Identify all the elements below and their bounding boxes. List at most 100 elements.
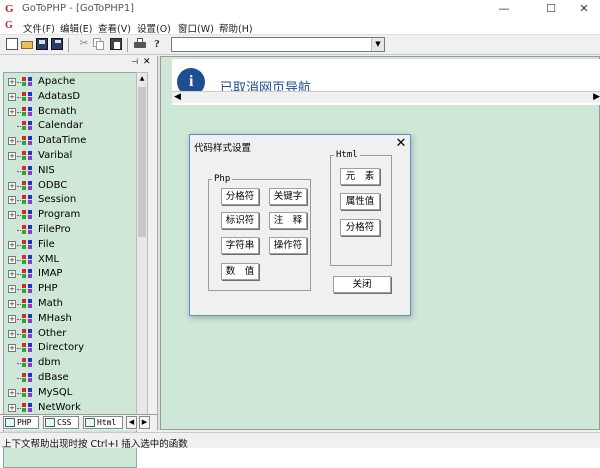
dialog-close-icon[interactable]: ✕	[394, 137, 408, 151]
tree-item[interactable]: + NetWork	[4, 401, 136, 415]
php-comment-button[interactable]: 注 释	[269, 212, 307, 229]
tree-item[interactable]: dBase	[4, 371, 136, 385]
expand-icon[interactable]: +	[8, 152, 16, 160]
tree-item[interactable]: + MySQL	[4, 386, 136, 400]
expand-icon[interactable]: +	[8, 78, 16, 86]
html-group-label: Html	[334, 150, 360, 160]
tree-item[interactable]: + Program	[4, 208, 136, 222]
tab-prev-icon[interactable]: ◀	[126, 416, 137, 429]
close-pane-icon[interactable]: ✕	[143, 57, 153, 67]
print-icon[interactable]	[134, 38, 146, 50]
tab-html[interactable]: Html	[83, 416, 123, 429]
tree-item[interactable]: + Bcmath	[4, 105, 136, 119]
expand-icon[interactable]: +	[8, 314, 16, 323]
tree-item[interactable]: Calendar	[4, 119, 136, 133]
tree-item[interactable]: + Directory	[4, 341, 136, 355]
tree-item[interactable]: + ODBC	[4, 179, 136, 193]
expand-icon[interactable]: +	[8, 137, 16, 146]
expand-icon[interactable]: +	[8, 403, 16, 412]
php-number-button[interactable]: 数 值	[221, 263, 259, 280]
tree-item[interactable]: + Session	[4, 193, 136, 207]
module-icon	[22, 151, 34, 161]
save-all-icon[interactable]	[51, 38, 63, 50]
tree-item[interactable]: + DataTime	[4, 134, 136, 148]
expand-icon[interactable]: +	[8, 255, 16, 264]
tree-item[interactable]: + Varibal	[4, 149, 136, 163]
tree-item[interactable]: dbm	[4, 356, 136, 370]
pin-icon[interactable]: ⊣	[131, 57, 141, 67]
expand-icon[interactable]: +	[8, 107, 16, 116]
php-identifier-button[interactable]: 标识符	[221, 212, 259, 229]
tree-item[interactable]: + MHash	[4, 312, 136, 326]
browser-hscrollbar[interactable]: ◀ ▶	[172, 91, 600, 103]
tree-item[interactable]: + PHP	[4, 282, 136, 296]
module-icon	[22, 284, 34, 294]
tree-item-label: NetWork	[38, 401, 81, 413]
expand-icon[interactable]: +	[8, 300, 16, 308]
php-keyword-button[interactable]: 关键字	[269, 188, 307, 205]
php-delimiter-button[interactable]: 分格符	[221, 188, 259, 205]
menu-settings[interactable]: 设置(O)	[137, 21, 171, 35]
tree-scrollbar[interactable]: ▲ ▼	[136, 72, 148, 428]
maximize-button[interactable]: ☐	[535, 0, 567, 18]
expand-icon[interactable]: +	[8, 92, 16, 101]
tree-item-label: FilePro	[38, 224, 71, 235]
tree-item[interactable]: + Other	[4, 327, 136, 341]
tree-item[interactable]: FilePro	[4, 223, 136, 237]
close-dialog-button[interactable]: 关闭	[333, 276, 391, 293]
menu-window[interactable]: 窗口(W)	[178, 21, 214, 35]
mdi-doc-icon[interactable]: G	[5, 21, 15, 31]
paste-icon[interactable]	[110, 38, 122, 50]
module-icon	[22, 328, 34, 339]
expand-icon[interactable]: +	[8, 329, 16, 338]
tree-item-label: dbm	[38, 357, 61, 369]
expand-icon[interactable]: +	[8, 344, 16, 353]
tree-item-label: NIS	[38, 164, 55, 176]
title-bar: G GoToPHP - [GoToPHP1] — ☐ ✕	[0, 0, 600, 18]
expand-icon[interactable]: +	[8, 181, 16, 190]
tree-item[interactable]: + Apache	[4, 75, 136, 89]
scroll-up-icon[interactable]: ▲	[137, 73, 147, 85]
html-delimiter-button[interactable]: 分格符	[340, 219, 380, 236]
php-operator-button[interactable]: 操作符	[269, 237, 307, 254]
menu-file[interactable]: 文件(F)	[23, 21, 55, 35]
tree-item[interactable]: + AdatasD	[4, 90, 136, 104]
function-combo[interactable]: ▼	[171, 37, 385, 52]
expand-icon[interactable]: +	[8, 240, 16, 249]
tree-item-label: XML	[38, 253, 60, 265]
tree-item[interactable]: NIS	[4, 164, 136, 178]
expand-icon[interactable]: +	[8, 388, 16, 397]
minimize-button[interactable]: —	[488, 0, 520, 18]
html-attribute-value-button[interactable]: 属性值	[340, 193, 380, 210]
menu-view[interactable]: 查看(V)	[98, 21, 131, 35]
expand-icon[interactable]: +	[8, 270, 16, 279]
tree-item[interactable]: + File	[4, 238, 136, 252]
tree-item-label: Other	[38, 327, 67, 339]
expand-icon[interactable]: +	[8, 211, 16, 220]
open-folder-icon[interactable]	[21, 38, 33, 50]
html-element-button[interactable]: 元 素	[340, 168, 380, 185]
menu-help[interactable]: 帮助(H)	[219, 21, 253, 35]
scroll-left-icon[interactable]: ◀	[174, 92, 181, 102]
save-icon[interactable]	[36, 38, 48, 50]
expand-icon[interactable]: +	[8, 196, 16, 205]
expand-icon[interactable]: +	[8, 285, 16, 294]
tree-item[interactable]: + IMAP	[4, 267, 136, 281]
menu-edit[interactable]: 编辑(E)	[60, 21, 92, 35]
cut-icon[interactable]: ✂	[78, 38, 90, 50]
tab-next-icon[interactable]: ▶	[139, 416, 150, 429]
new-file-icon[interactable]	[6, 38, 18, 50]
tab-php[interactable]: PHP	[3, 416, 39, 429]
toolbar-separator	[127, 38, 128, 52]
tree-item[interactable]: + XML	[4, 253, 136, 267]
help-icon[interactable]: ?	[151, 38, 163, 50]
tab-html-icon	[85, 418, 95, 427]
close-window-button[interactable]: ✕	[568, 0, 600, 18]
scroll-right-icon[interactable]: ▶	[593, 92, 600, 102]
chevron-down-icon[interactable]: ▼	[371, 38, 384, 51]
copy-icon[interactable]	[93, 38, 105, 50]
scroll-thumb[interactable]	[138, 87, 146, 237]
tab-css[interactable]: CSS	[43, 416, 79, 429]
php-string-button[interactable]: 字符串	[221, 237, 259, 254]
tree-item[interactable]: + Math	[4, 297, 136, 311]
